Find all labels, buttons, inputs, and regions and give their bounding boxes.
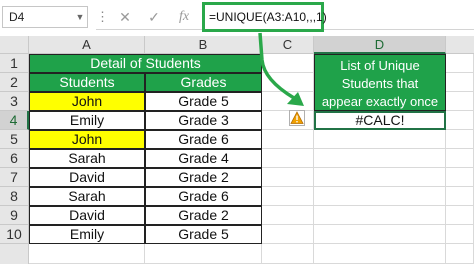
cell-d8[interactable] (314, 187, 446, 206)
cell-e5[interactable] (446, 130, 474, 149)
cell-e8[interactable] (446, 187, 474, 206)
cell-c7[interactable] (262, 168, 314, 187)
row-header-11[interactable] (0, 244, 29, 264)
result-header-line-2: Students that (341, 76, 419, 91)
cell-c3[interactable] (262, 92, 314, 111)
row-header-8[interactable]: 8 (0, 187, 29, 206)
cell-a9[interactable]: David (29, 206, 145, 225)
cell-d7[interactable] (314, 168, 446, 187)
row-header-9[interactable]: 9 (0, 206, 29, 225)
result-header-line-1: List of Unique (340, 58, 420, 73)
result-cell-d4[interactable]: #CALC! (314, 111, 446, 130)
cell-b5[interactable]: Grade 6 (145, 130, 262, 149)
header-students[interactable]: Students (29, 73, 145, 92)
row-header-4[interactable]: 4 (0, 111, 29, 130)
cell-b10[interactable]: Grade 5 (145, 225, 262, 244)
cell-d5[interactable] (314, 130, 446, 149)
cell-e2[interactable] (446, 73, 474, 92)
check-icon[interactable]: ✓ (145, 6, 163, 28)
cell-a4[interactable]: Emily (29, 111, 145, 130)
cell-c9[interactable] (262, 206, 314, 225)
cell-d10[interactable] (314, 225, 446, 244)
more-vertical-icon[interactable]: ⋮ (96, 6, 109, 28)
row-header-7[interactable]: 7 (0, 168, 29, 187)
cell-a3[interactable]: John (29, 92, 145, 111)
row-header-5[interactable]: 5 (0, 130, 29, 149)
fx-button[interactable]: fx (174, 6, 194, 28)
column-header-a[interactable]: A (29, 36, 145, 54)
cell-e11[interactable] (446, 244, 474, 264)
cell-b8[interactable]: Grade 6 (145, 187, 262, 206)
cell-b7[interactable]: Grade 2 (145, 168, 262, 187)
cell-b4[interactable]: Grade 3 (145, 111, 262, 130)
cell-d6[interactable] (314, 149, 446, 168)
formula-input[interactable]: =UNIQUE(A3:A10,,,1) (202, 2, 327, 32)
column-header-e[interactable] (446, 36, 474, 54)
cell-e6[interactable] (446, 149, 474, 168)
cell-e7[interactable] (446, 168, 474, 187)
cell-e1[interactable] (446, 54, 474, 73)
close-icon[interactable]: ✕ (116, 6, 134, 28)
column-header-d[interactable]: D (314, 36, 446, 54)
cell-c2[interactable] (262, 73, 314, 92)
table-title[interactable]: Detail of Students (29, 54, 262, 73)
cell-e9[interactable] (446, 206, 474, 225)
result-header[interactable]: List of Unique Students that appear exac… (314, 54, 446, 111)
row-header-2[interactable]: 2 (0, 73, 29, 92)
column-header-c[interactable]: C (262, 36, 314, 54)
row-header-10[interactable]: 10 (0, 225, 29, 244)
cell-c8[interactable] (262, 187, 314, 206)
cell-a6[interactable]: Sarah (29, 149, 145, 168)
cell-e3[interactable] (446, 92, 474, 111)
cell-a7[interactable]: David (29, 168, 145, 187)
cell-c11[interactable] (262, 244, 314, 264)
cell-b9[interactable]: Grade 2 (145, 206, 262, 225)
header-grades[interactable]: Grades (145, 73, 262, 92)
cell-b11[interactable] (145, 244, 262, 264)
cell-a5[interactable]: John (29, 130, 145, 149)
row-header-3[interactable]: 3 (0, 92, 29, 111)
cell-a10[interactable]: Emily (29, 225, 145, 244)
warning-icon[interactable] (289, 110, 305, 126)
column-header-b[interactable]: B (145, 36, 262, 54)
cell-a8[interactable]: Sarah (29, 187, 145, 206)
result-header-line-3: appear exactly once (321, 94, 439, 109)
select-all-corner[interactable] (0, 36, 29, 54)
cell-d9[interactable] (314, 206, 446, 225)
cell-d11[interactable] (314, 244, 446, 264)
cell-a11[interactable] (29, 244, 145, 264)
row-header-6[interactable]: 6 (0, 149, 29, 168)
name-box-value: D4 (9, 10, 25, 24)
row-header-1[interactable]: 1 (0, 54, 29, 73)
cell-b3[interactable]: Grade 5 (145, 92, 262, 111)
cell-e10[interactable] (446, 225, 474, 244)
cell-e4[interactable] (446, 111, 474, 130)
chevron-down-icon[interactable]: ▼ (74, 8, 86, 26)
cell-c6[interactable] (262, 149, 314, 168)
cell-c1[interactable] (262, 54, 314, 73)
cell-b6[interactable]: Grade 4 (145, 149, 262, 168)
cell-c4[interactable] (262, 111, 314, 130)
cell-c10[interactable] (262, 225, 314, 244)
cell-c5[interactable] (262, 130, 314, 149)
